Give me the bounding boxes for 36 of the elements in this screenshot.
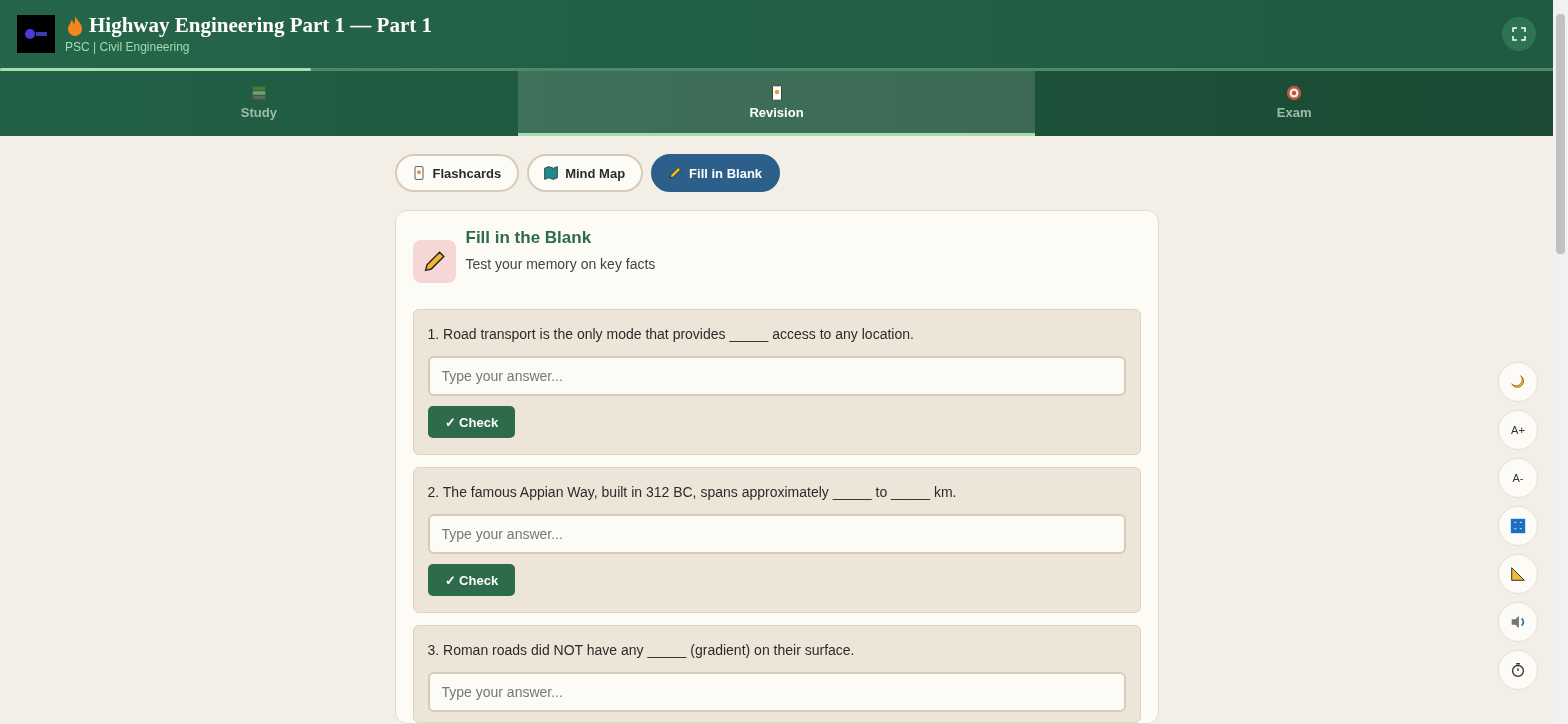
nav-tab[interactable]: Exam bbox=[1035, 71, 1553, 136]
mode-tab[interactable]: Fill in Blank bbox=[651, 154, 781, 192]
nav-tab[interactable]: Study bbox=[0, 71, 518, 136]
answer-field[interactable]: Type your answer... bbox=[427, 672, 1126, 712]
flame-icon bbox=[65, 14, 85, 37]
stopwatch-icon bbox=[1509, 661, 1527, 679]
check-button[interactable]: ✓ Check bbox=[427, 406, 516, 438]
answer-field[interactable]: Type your answer... bbox=[427, 514, 1126, 554]
mode-tab[interactable]: Flashcards bbox=[394, 154, 520, 192]
triangle-ruler-icon bbox=[1509, 565, 1527, 583]
fullscreen-icon bbox=[1512, 26, 1526, 41]
target-icon bbox=[1285, 84, 1304, 103]
page-subtitle: PSC | Civil Engineering bbox=[65, 40, 191, 55]
question-text: 1. Road transport is the only mode that provides _____ access to any location. bbox=[427, 326, 914, 342]
font-size-button[interactable]: A+ bbox=[1498, 410, 1538, 450]
tool-button[interactable] bbox=[1498, 506, 1538, 546]
pencil-icon bbox=[667, 165, 684, 181]
panel-subtitle: Test your memory on key facts bbox=[465, 256, 656, 272]
panel-title: Fill in the Blank bbox=[465, 228, 593, 248]
answer-field[interactable]: Type your answer... bbox=[427, 356, 1126, 396]
nav-tab[interactable]: Revision bbox=[517, 71, 1036, 136]
question-text: 3. Roman roads did NOT have any _____ (gradient) on their surface. bbox=[427, 642, 855, 658]
question-text: 2. The famous Appian Way, built in 312 BC, spans approximately _____ to _____ km. bbox=[427, 484, 957, 500]
check-button[interactable]: ✓ Check bbox=[427, 564, 516, 596]
tool-button[interactable] bbox=[1498, 554, 1538, 594]
speaker-icon bbox=[1509, 613, 1527, 631]
tool-button[interactable] bbox=[1498, 602, 1538, 642]
fullscreen-button[interactable] bbox=[1502, 16, 1536, 51]
page-title: Highway Engineering Part 1 — Part 1 bbox=[89, 13, 432, 39]
logo-icon bbox=[24, 27, 48, 40]
keypad-icon bbox=[1509, 517, 1527, 535]
mode-tab[interactable]: Mind Map bbox=[527, 154, 644, 192]
map-icon bbox=[543, 165, 560, 181]
moon-icon bbox=[1509, 373, 1527, 391]
tool-button[interactable] bbox=[1498, 650, 1538, 690]
font-size-button[interactable]: A- bbox=[1498, 458, 1538, 498]
